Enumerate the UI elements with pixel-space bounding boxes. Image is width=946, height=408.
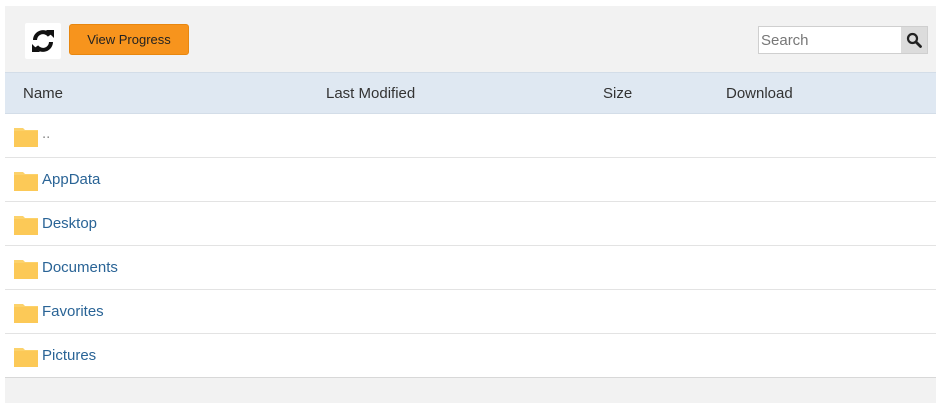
row-name[interactable]: Pictures <box>42 347 96 364</box>
table-row[interactable]: AppData <box>5 158 936 202</box>
refresh-icon <box>32 30 54 52</box>
refresh-button[interactable] <box>25 23 61 59</box>
folder-icon <box>14 304 38 323</box>
column-download[interactable]: Download <box>726 85 793 102</box>
column-name[interactable]: Name <box>23 85 63 102</box>
table-row[interactable]: Documents <box>5 246 936 290</box>
search-button[interactable] <box>901 27 927 53</box>
folder-icon <box>14 216 38 235</box>
row-name[interactable]: Favorites <box>42 303 104 320</box>
view-progress-button[interactable]: View Progress <box>69 24 189 55</box>
search-box <box>758 26 928 54</box>
search-input[interactable] <box>759 27 901 53</box>
table-row[interactable]: Pictures <box>5 334 936 378</box>
folder-icon <box>14 128 38 147</box>
row-name[interactable]: Desktop <box>42 215 97 232</box>
row-name[interactable]: .. <box>42 125 50 142</box>
file-browser: View Progress Name Last Modified Size Do… <box>5 6 936 403</box>
column-last-modified[interactable]: Last Modified <box>326 85 415 102</box>
table-row[interactable]: Desktop <box>5 202 936 246</box>
column-size[interactable]: Size <box>603 85 632 102</box>
folder-icon <box>14 348 38 367</box>
parent-folder-row[interactable]: .. <box>5 114 936 158</box>
table-row[interactable]: Favorites <box>5 290 936 334</box>
search-icon <box>906 32 922 48</box>
table-header: Name Last Modified Size Download <box>5 72 936 114</box>
file-list: .. AppData Desktop Documents Favorites P… <box>5 114 936 378</box>
row-name[interactable]: Documents <box>42 259 118 276</box>
toolbar: View Progress <box>5 6 936 72</box>
row-name[interactable]: AppData <box>42 171 100 188</box>
folder-icon <box>14 172 38 191</box>
folder-icon <box>14 260 38 279</box>
